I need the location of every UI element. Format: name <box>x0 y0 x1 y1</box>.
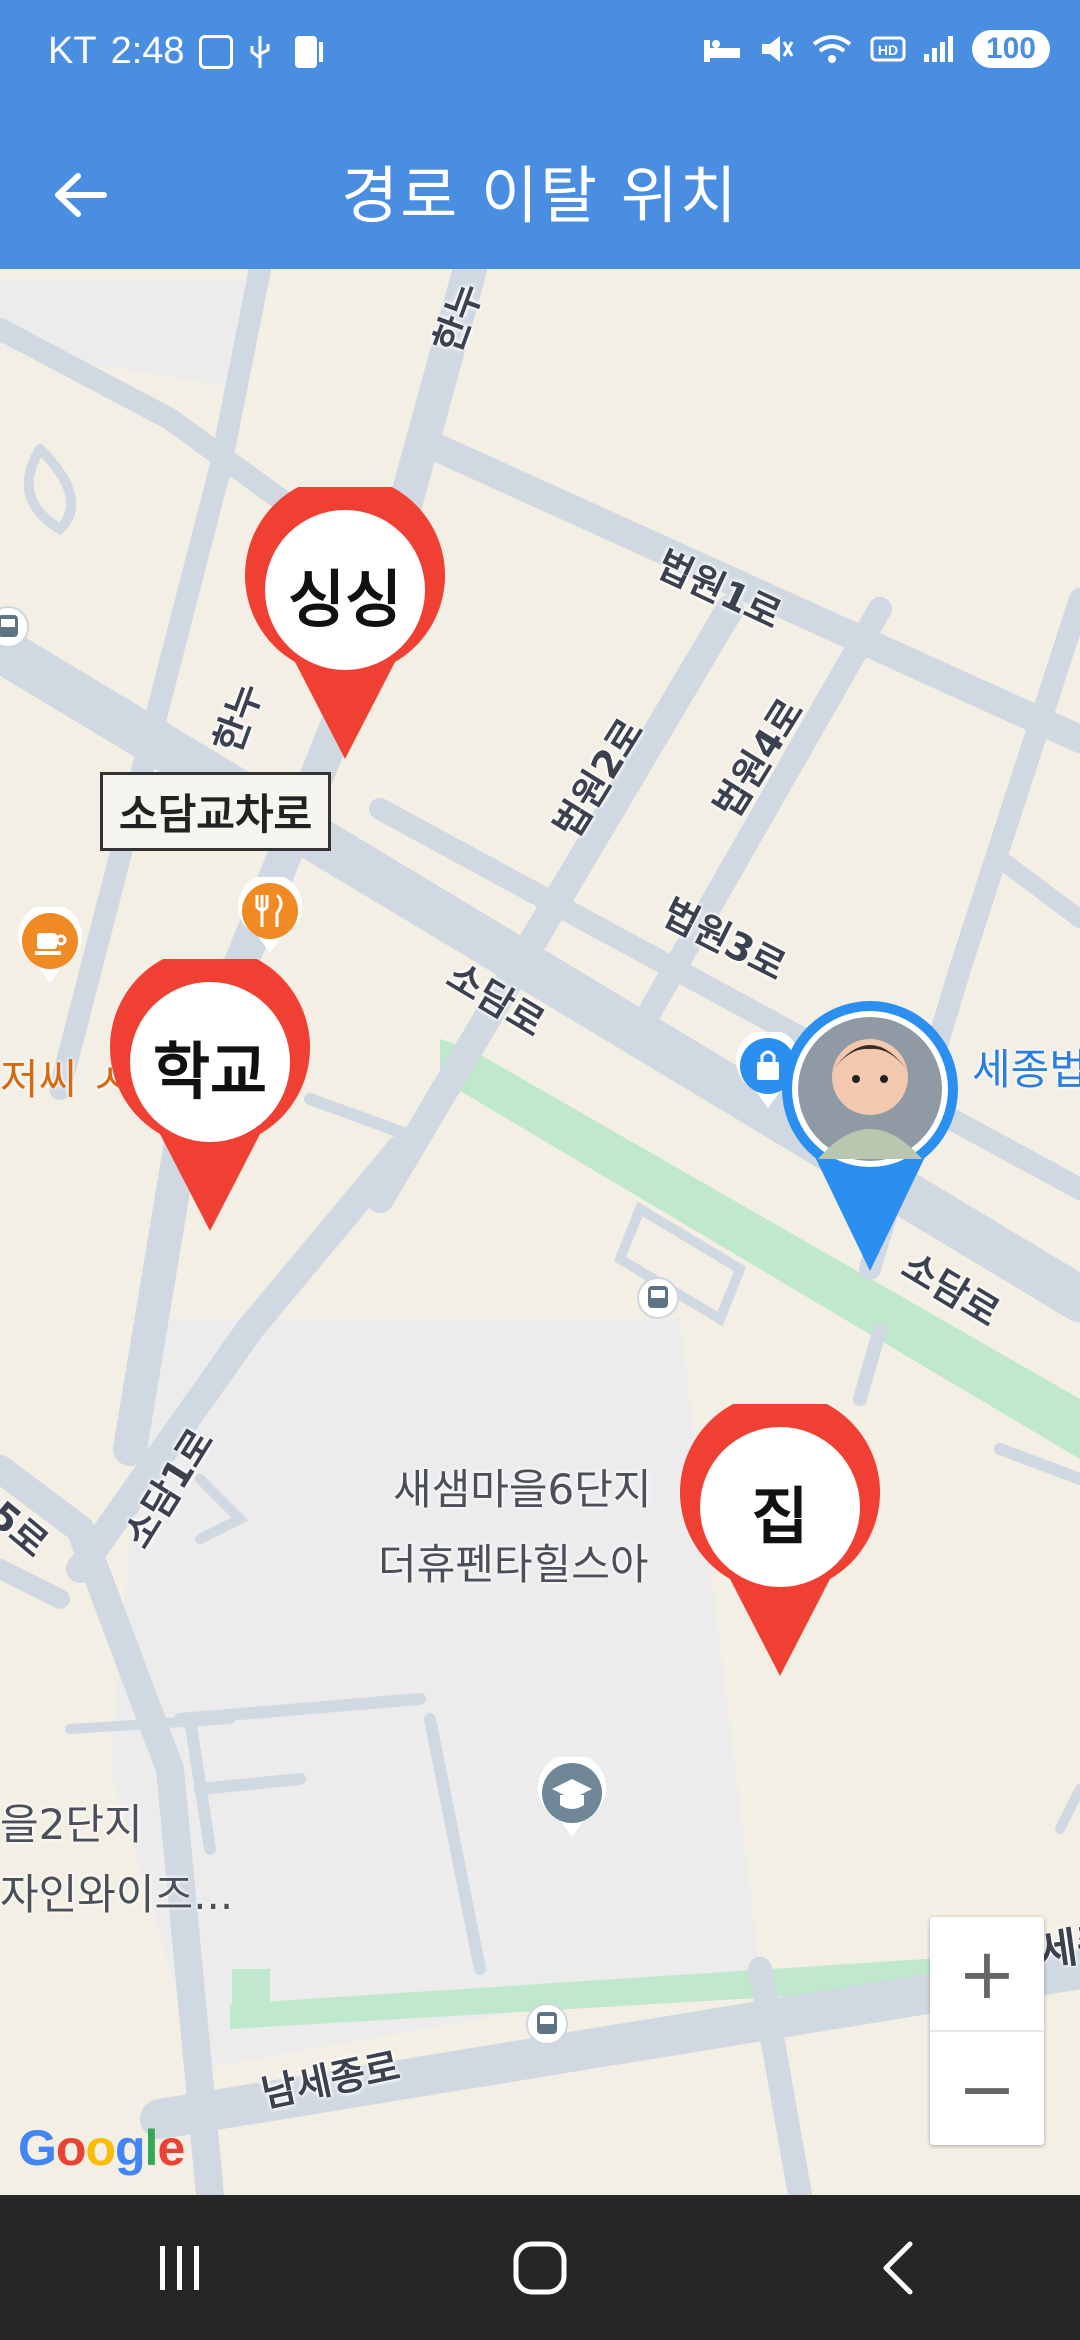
place-label: 세종법 <box>972 1045 1080 1094</box>
status-bar: KT 2:48 HD 100 <box>0 0 1080 115</box>
zoom-in-button[interactable]: + <box>930 1917 1044 2030</box>
pin-label: 학교 <box>152 1035 268 1108</box>
place-label: 새샘마을6단지 <box>393 1465 652 1514</box>
app-bar: 경로 이탈 위치 <box>0 115 1080 269</box>
clock: 2:48 <box>110 30 185 72</box>
status-left: KT 2:48 <box>48 30 327 73</box>
current-location-marker[interactable] <box>780 999 960 1279</box>
google-logo: Google <box>18 2120 185 2176</box>
page-title: 경로 이탈 위치 <box>341 159 739 232</box>
cafe-icon[interactable] <box>15 907 85 987</box>
bus-stop-icon[interactable] <box>525 2002 569 2046</box>
zoom-controls: + − <box>930 1917 1044 2145</box>
pin-singsing[interactable]: 싱싱 <box>240 475 450 762</box>
avatar <box>782 1001 958 1271</box>
screenshot-icon <box>198 34 233 69</box>
system-nav-bar <box>0 2195 1080 2340</box>
svg-text:HD: HD <box>878 42 898 58</box>
home-button[interactable] <box>480 2208 600 2328</box>
pin-home[interactable]: 집 <box>675 1392 885 1679</box>
battery-indicator: 100 <box>971 30 1050 68</box>
signal-icon <box>923 36 953 62</box>
usb-icon <box>250 35 270 68</box>
pin-label: 집 <box>751 1480 809 1553</box>
intersection-label: 소담교차로 <box>100 772 332 851</box>
wifi-icon <box>812 35 852 63</box>
recent-apps-button[interactable] <box>120 2208 240 2328</box>
pin-label: 싱싱 <box>287 563 403 636</box>
bus-stop-icon[interactable] <box>636 1276 680 1320</box>
carrier-label: KT <box>48 30 97 72</box>
zoom-out-button[interactable]: − <box>930 2032 1044 2145</box>
system-back-button[interactable] <box>840 2208 960 2328</box>
place-label: 더휴펜타힐스아 <box>378 1540 649 1589</box>
phone-icon <box>294 35 323 68</box>
bus-stop-icon[interactable] <box>0 605 30 649</box>
sleep-icon <box>703 40 740 62</box>
place-label: 자인와이즈... <box>0 1870 234 1919</box>
place-label: 을2단지 <box>0 1800 143 1849</box>
back-icon <box>883 2241 913 2294</box>
mute-icon <box>761 36 794 62</box>
status-right: HD 100 <box>702 30 1050 68</box>
restaurant-icon[interactable] <box>235 877 305 957</box>
pin-school[interactable]: 학교 <box>105 947 315 1234</box>
school-icon[interactable] <box>535 1757 609 1841</box>
map-view[interactable]: 법원1로 법원2로 법원4로 법원3로 소담로 소담로 소담1로 남세종로 한누… <box>0 269 1080 2195</box>
recent-apps-icon <box>160 2245 199 2290</box>
hd-icon: HD <box>870 36 906 62</box>
home-icon <box>513 2241 567 2294</box>
